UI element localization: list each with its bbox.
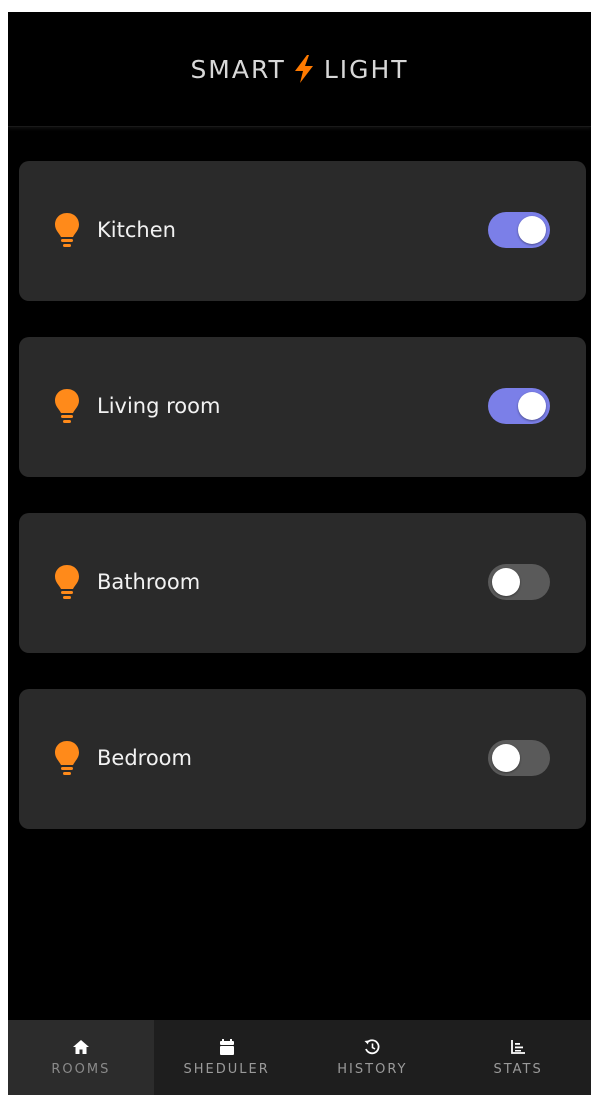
nav-item-sheduler[interactable]: SHEDULER [154, 1020, 300, 1095]
room-toggle-kitchen[interactable] [488, 212, 550, 248]
room-name: Bedroom [97, 746, 192, 770]
nav-item-rooms[interactable]: ROOMS [8, 1020, 154, 1095]
room-toggle-living-room[interactable] [488, 388, 550, 424]
home-icon [72, 1040, 89, 1054]
light-bulb-icon [55, 565, 79, 599]
room-card-bathroom: Bathroom [19, 513, 586, 653]
room-card-bedroom: Bedroom [19, 689, 586, 829]
lightning-bolt-icon [294, 55, 313, 83]
light-bulb-icon [55, 741, 79, 775]
room-card-kitchen: Kitchen [19, 161, 586, 301]
room-toggle-bathroom[interactable] [488, 564, 550, 600]
toggle-knob [518, 216, 546, 244]
toggle-knob [492, 568, 520, 596]
room-toggle-bedroom[interactable] [488, 740, 550, 776]
app-title: SMART LIGHT [190, 54, 408, 84]
rooms-list: Kitchen Living room Bathroom Bedroom [19, 161, 586, 865]
room-card-living-room: Living room [19, 337, 586, 477]
app-header: SMART LIGHT [8, 12, 591, 127]
nav-label: HISTORY [337, 1062, 408, 1077]
light-bulb-icon [55, 213, 79, 247]
nav-label: ROOMS [51, 1062, 111, 1077]
nav-label: SHEDULER [183, 1062, 270, 1077]
room-name: Kitchen [97, 218, 176, 242]
nav-item-stats[interactable]: STATS [445, 1020, 591, 1095]
stats-icon [511, 1040, 526, 1054]
history-icon [364, 1039, 380, 1055]
app-screen: SMART LIGHT Kitchen Living room Bathroom… [8, 12, 591, 1095]
nav-label: STATS [493, 1062, 543, 1077]
light-bulb-icon [55, 389, 79, 423]
room-name: Living room [97, 394, 221, 418]
bottom-nav: ROOMS SHEDULER HISTORY STATS [8, 1020, 591, 1095]
calendar-icon [219, 1039, 234, 1055]
app-title-left: SMART [190, 54, 286, 84]
room-name: Bathroom [97, 570, 201, 594]
toggle-knob [492, 744, 520, 772]
nav-item-history[interactable]: HISTORY [300, 1020, 446, 1095]
toggle-knob [518, 392, 546, 420]
app-title-right: LIGHT [323, 54, 409, 84]
